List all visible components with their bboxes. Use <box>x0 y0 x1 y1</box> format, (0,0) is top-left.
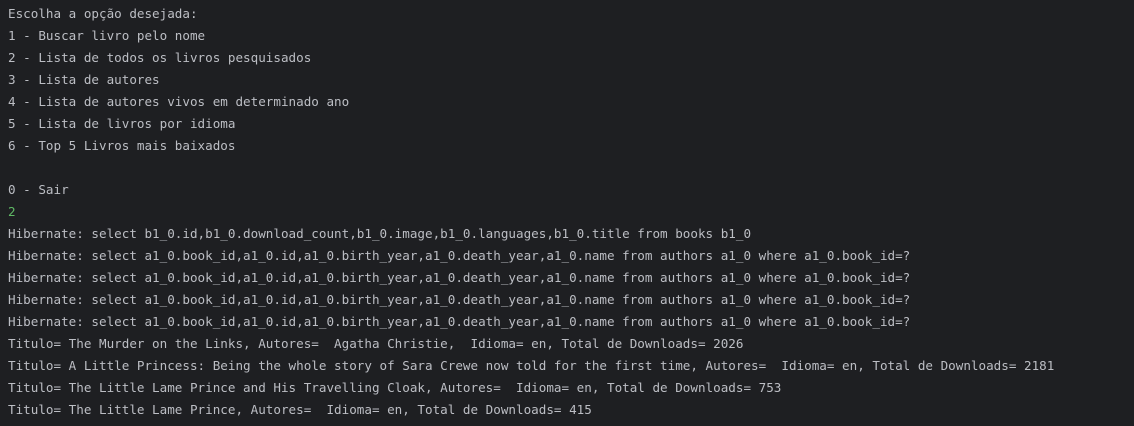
console-line: Hibernate: select a1_0.book_id,a1_0.id,a… <box>8 314 911 329</box>
console-line: Titulo= A Little Princess: Being the who… <box>8 358 1055 373</box>
console-line: 6 - Top 5 Livros mais baixados <box>8 138 236 153</box>
console-line: 5 - Lista de livros por idioma <box>8 116 236 131</box>
console-output[interactable]: Escolha a opção desejada: 1 - Buscar liv… <box>0 0 1134 426</box>
console-line: Titulo= The Little Lame Prince and His T… <box>8 380 782 395</box>
console-line: Hibernate: select a1_0.book_id,a1_0.id,a… <box>8 292 911 307</box>
console-line: 3 - Lista de autores <box>8 72 160 87</box>
console-line: 0 - Sair <box>8 182 69 197</box>
console-line: Escolha a opção desejada: <box>8 6 198 21</box>
console-line: 2 - Lista de todos os livros pesquisados <box>8 50 312 65</box>
console-line: 1 - Buscar livro pelo nome <box>8 28 206 43</box>
console-line: Hibernate: select a1_0.book_id,a1_0.id,a… <box>8 248 911 263</box>
console-line: Titulo= The Murder on the Links, Autores… <box>8 336 744 351</box>
console-line: 4 - Lista de autores vivos em determinad… <box>8 94 350 109</box>
console-line: Hibernate: select b1_0.id,b1_0.download_… <box>8 226 752 241</box>
console-line: Titulo= The Little Lame Prince, Autores=… <box>8 402 592 417</box>
console-user-input-line: 2 <box>8 204 16 219</box>
console-line: Hibernate: select a1_0.book_id,a1_0.id,a… <box>8 270 911 285</box>
